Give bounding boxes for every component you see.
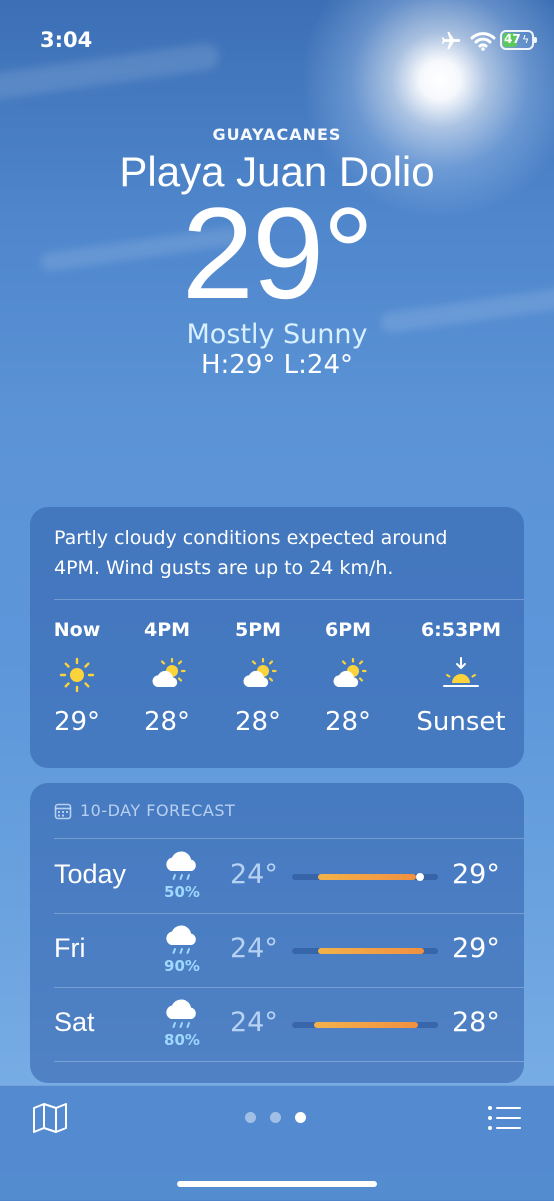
rain-cloud-icon: [166, 999, 196, 1028]
current-temperature: 29°: [181, 180, 375, 326]
day-name: Today: [54, 859, 127, 889]
map-icon[interactable]: [32, 1102, 68, 1134]
current-temp-dot: [416, 873, 424, 881]
hour-time: 5PM: [234, 619, 282, 641]
bottom-toolbar: [0, 1085, 554, 1201]
range-segment: [318, 874, 416, 880]
rain-cloud-icon: [166, 851, 196, 880]
high-temperature: 29°: [452, 933, 500, 964]
list-icon[interactable]: [486, 1104, 522, 1132]
sun-icon: [59, 657, 95, 693]
precip-chance: 50%: [164, 883, 200, 901]
battery-indicator: 47 ϟ: [500, 30, 537, 50]
forecast-row-sat[interactable]: Sat 80% 24° 28°: [30, 987, 524, 1061]
page-dot-active[interactable]: [295, 1112, 306, 1123]
temperature-range-bar: [292, 948, 438, 954]
forecast-title: 10-DAY FORECAST: [80, 801, 236, 820]
hour-time: 6PM: [324, 619, 372, 641]
low-temperature: 24°: [230, 1007, 278, 1038]
forecast-row-today[interactable]: Today 50% 24° 29°: [30, 839, 524, 913]
forecast-row-fri[interactable]: Fri 90% 24° 29°: [30, 913, 524, 987]
hourly-list[interactable]: Now 29° 4PM 28° 5PM 28° 6PM 28° 6:53PM S…: [30, 619, 524, 759]
hour-time: 6:53PM: [420, 619, 502, 641]
page-indicator[interactable]: [245, 1112, 306, 1123]
airplane-icon: [441, 31, 461, 50]
home-indicator[interactable]: [177, 1181, 377, 1187]
range-segment: [314, 1022, 418, 1028]
hour-item: Now 29°: [32, 619, 122, 737]
area-name: GUAYACANES: [212, 125, 342, 144]
ten-day-forecast-card[interactable]: 10-DAY FORECAST Today 50% 24° 29° Fri 90…: [30, 783, 524, 1083]
calendar-icon: [54, 803, 72, 819]
hour-temperature: 28°: [324, 707, 372, 737]
forecast-header: 10-DAY FORECAST: [54, 801, 235, 820]
wifi-icon: [470, 32, 496, 51]
current-weather: GUAYACANES Playa Juan Dolio 29° Mostly S…: [0, 125, 554, 380]
battery-level: 47: [504, 32, 521, 46]
hour-temperature: 29°: [53, 707, 101, 737]
hourly-forecast-card[interactable]: Partly cloudy conditions expected around…: [30, 507, 524, 768]
current-condition: Mostly Sunny: [186, 319, 368, 350]
forecast-summary: Partly cloudy conditions expected around…: [54, 527, 448, 579]
high-low: H:29° L:24°: [201, 350, 353, 380]
range-segment: [318, 948, 424, 954]
charging-icon: ϟ: [522, 33, 530, 46]
partly-cloudy-icon: [152, 657, 186, 687]
divider: [54, 599, 524, 600]
hour-item: 6:53PM Sunset: [406, 619, 516, 737]
hour-temperature: 28°: [234, 707, 282, 737]
rain-cloud-icon: [166, 925, 196, 954]
status-time: 3:04: [40, 28, 93, 52]
hour-item: 4PM 28°: [122, 619, 212, 737]
precip-chance: 90%: [164, 957, 200, 975]
temperature-range-bar: [292, 1022, 438, 1028]
status-bar: 3:04 47 ϟ: [0, 0, 554, 80]
temperature-range-bar: [292, 873, 438, 881]
partly-cloudy-icon: [333, 657, 367, 687]
precip-chance: 80%: [164, 1031, 200, 1049]
divider: [54, 1061, 524, 1062]
day-name: Sat: [54, 1007, 95, 1037]
low-temperature: 24°: [230, 859, 278, 890]
day-name: Fri: [54, 933, 86, 963]
high-temperature: 29°: [452, 859, 500, 890]
hour-item: 6PM 28°: [303, 619, 393, 737]
page-dot[interactable]: [245, 1112, 256, 1123]
high-temperature: 28°: [452, 1007, 500, 1038]
low-temperature: 24°: [230, 933, 278, 964]
page-dot[interactable]: [270, 1112, 281, 1123]
hour-temperature: 28°: [143, 707, 191, 737]
hour-item: 5PM 28°: [213, 619, 303, 737]
sunset-icon: [443, 657, 479, 687]
hour-time: Now: [53, 619, 101, 641]
hour-temperature: Sunset: [416, 707, 506, 737]
hour-time: 4PM: [143, 619, 191, 641]
partly-cloudy-icon: [243, 657, 277, 687]
